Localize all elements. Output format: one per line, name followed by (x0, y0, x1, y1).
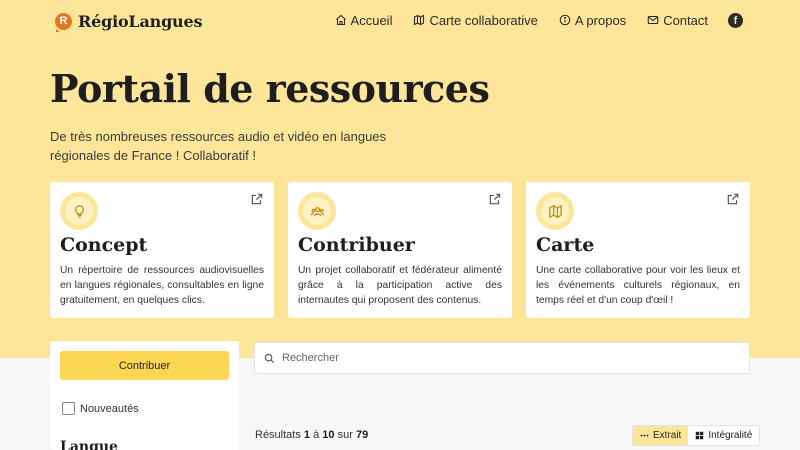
results-total: 79 (355, 429, 369, 441)
view-full-button[interactable]: Intégralité (688, 426, 760, 445)
new-items-label: Nouveautés (80, 402, 139, 415)
brand-logo[interactable]: R RégioLangues (55, 10, 202, 32)
card-text: Un répertoire de ressources audiovisuell… (60, 265, 264, 306)
grid-icon (696, 431, 704, 440)
map-icon (414, 14, 425, 26)
nav-label: Contact (663, 12, 708, 28)
logo-icon: R (55, 12, 72, 32)
results-from: 1 (303, 429, 311, 441)
main-nav: Accueil Carte collaborative A propos Con… (314, 11, 743, 29)
external-link-icon[interactable] (726, 192, 740, 206)
view-excerpt-label: Extrait (653, 430, 682, 441)
filter-sidebar: Contribuer Nouveautés Langue (50, 341, 239, 450)
brand-name: RégioLangues (78, 11, 203, 31)
nav-label: Accueil (350, 12, 393, 28)
card-icon-badge (536, 192, 574, 230)
lightbulb-icon (74, 204, 84, 218)
nav-item-carte[interactable]: Carte collaborative (413, 12, 538, 28)
view-full-label: Intégralité (708, 430, 753, 441)
nav-item-apropos[interactable]: A propos (559, 13, 626, 28)
external-link-icon[interactable] (250, 192, 264, 206)
new-items-filter[interactable]: Nouveautés (62, 402, 139, 415)
card-contribuer[interactable]: Contribuer Un projet collaboratif et féd… (288, 182, 512, 318)
info-icon (559, 14, 571, 26)
external-link-icon[interactable] (488, 192, 502, 206)
results-to: 10 (322, 429, 335, 441)
search-icon (264, 353, 275, 363)
users-icon (310, 206, 324, 216)
nav-item-accueil[interactable]: Accueil (335, 12, 393, 28)
mail-icon (647, 15, 659, 25)
card-icon-badge (298, 192, 336, 230)
nav-label: A propos (574, 12, 627, 28)
card-title: Contribuer (298, 234, 415, 256)
search-input[interactable] (282, 352, 722, 364)
dots-icon (640, 434, 649, 437)
page-subtitle: De très nombreuses ressources audio et v… (50, 129, 387, 163)
map-icon (548, 204, 562, 218)
results-sep: à (313, 429, 320, 441)
results-prefix: Résultats (255, 429, 301, 441)
card-title: Carte (536, 234, 595, 256)
view-toggle: Extrait Intégralité (632, 425, 761, 446)
card-carte[interactable]: Carte Une carte collaborative pour voir … (526, 182, 750, 318)
results-sep: sur (337, 429, 353, 441)
facebook-icon[interactable]: f (728, 12, 743, 28)
page-title: Portail de ressources (50, 66, 490, 111)
new-items-checkbox[interactable] (62, 402, 75, 415)
card-concept[interactable]: Concept Un répertoire de ressources audi… (50, 182, 274, 318)
search-bar[interactable] (254, 342, 750, 374)
nav-item-contact[interactable]: Contact (647, 13, 708, 28)
results-count: Résultats 1 à 10 sur 79 (255, 429, 368, 441)
card-title: Concept (60, 234, 148, 256)
card-text: Un projet collaboratif et fédérateur ali… (298, 265, 502, 306)
filter-section-title: Langue (60, 439, 118, 450)
card-text: Une carte collaborative pour voir les li… (536, 265, 740, 306)
nav-label: Carte collaborative (429, 12, 538, 28)
card-icon-badge (60, 192, 98, 230)
contribute-button[interactable]: Contribuer (60, 351, 229, 380)
view-excerpt-button[interactable]: Extrait (633, 426, 689, 445)
home-icon (335, 14, 346, 26)
